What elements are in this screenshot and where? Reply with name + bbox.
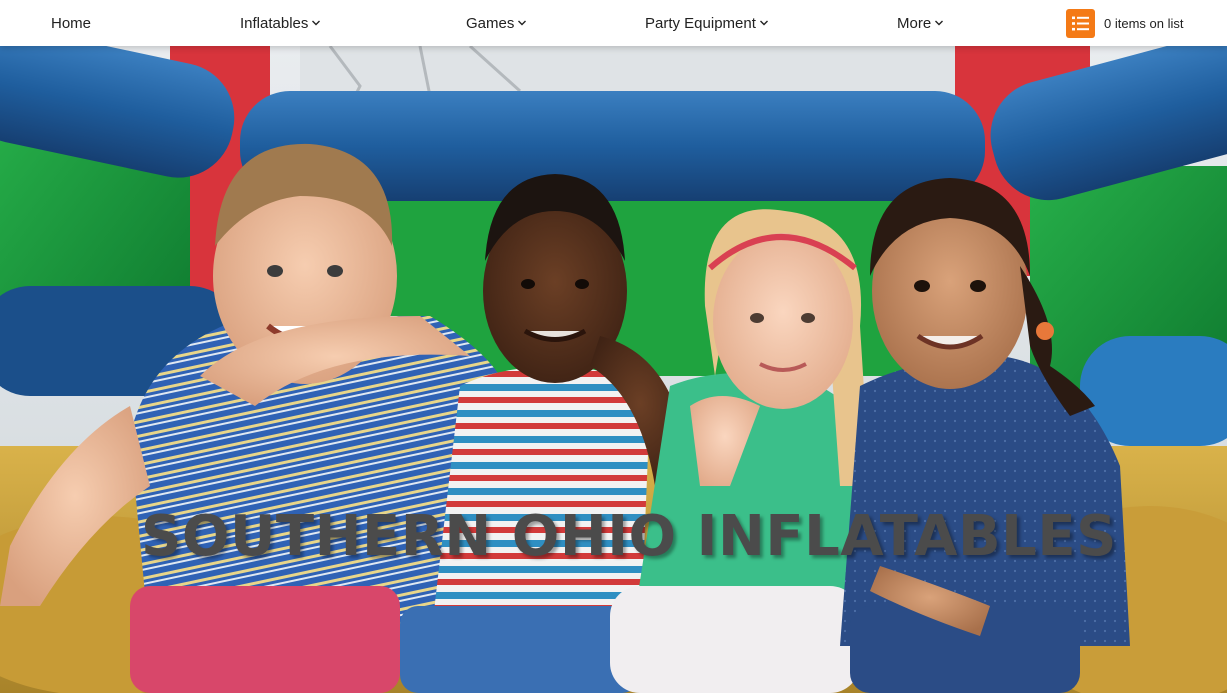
nav-inflatables-menu[interactable]: Inflatables (240, 0, 321, 46)
nav-home-label: Home (51, 14, 92, 32)
chevron-down-icon (517, 18, 527, 28)
chevron-down-icon (759, 18, 769, 28)
nav-party-equipment-menu[interactable]: Party Equipment (645, 0, 769, 46)
list-count-label: 0 items on list (1104, 15, 1184, 31)
list-icon (1066, 8, 1095, 38)
nav-games-label: Games (466, 14, 515, 32)
item-list-button[interactable]: 0 items on list (1066, 8, 1183, 38)
nav-party-equipment-label: Party Equipment (645, 14, 756, 32)
chevron-down-icon (934, 18, 944, 28)
hero-title: SOUTHERN OHIO INFLATABLES (141, 504, 1117, 569)
nav-home-link[interactable]: Home (51, 0, 91, 46)
nav-more-menu[interactable]: More (897, 0, 944, 46)
hero-banner: SOUTHERN OHIO INFLATABLES (0, 46, 1227, 693)
top-navigation: Home Inflatables Games Party Equipment M… (0, 0, 1227, 46)
nav-more-label: More (897, 14, 932, 32)
nav-inflatables-label: Inflatables (240, 14, 309, 32)
hero-photo (0, 46, 1227, 693)
nav-games-menu[interactable]: Games (466, 0, 527, 46)
chevron-down-icon (311, 18, 321, 28)
